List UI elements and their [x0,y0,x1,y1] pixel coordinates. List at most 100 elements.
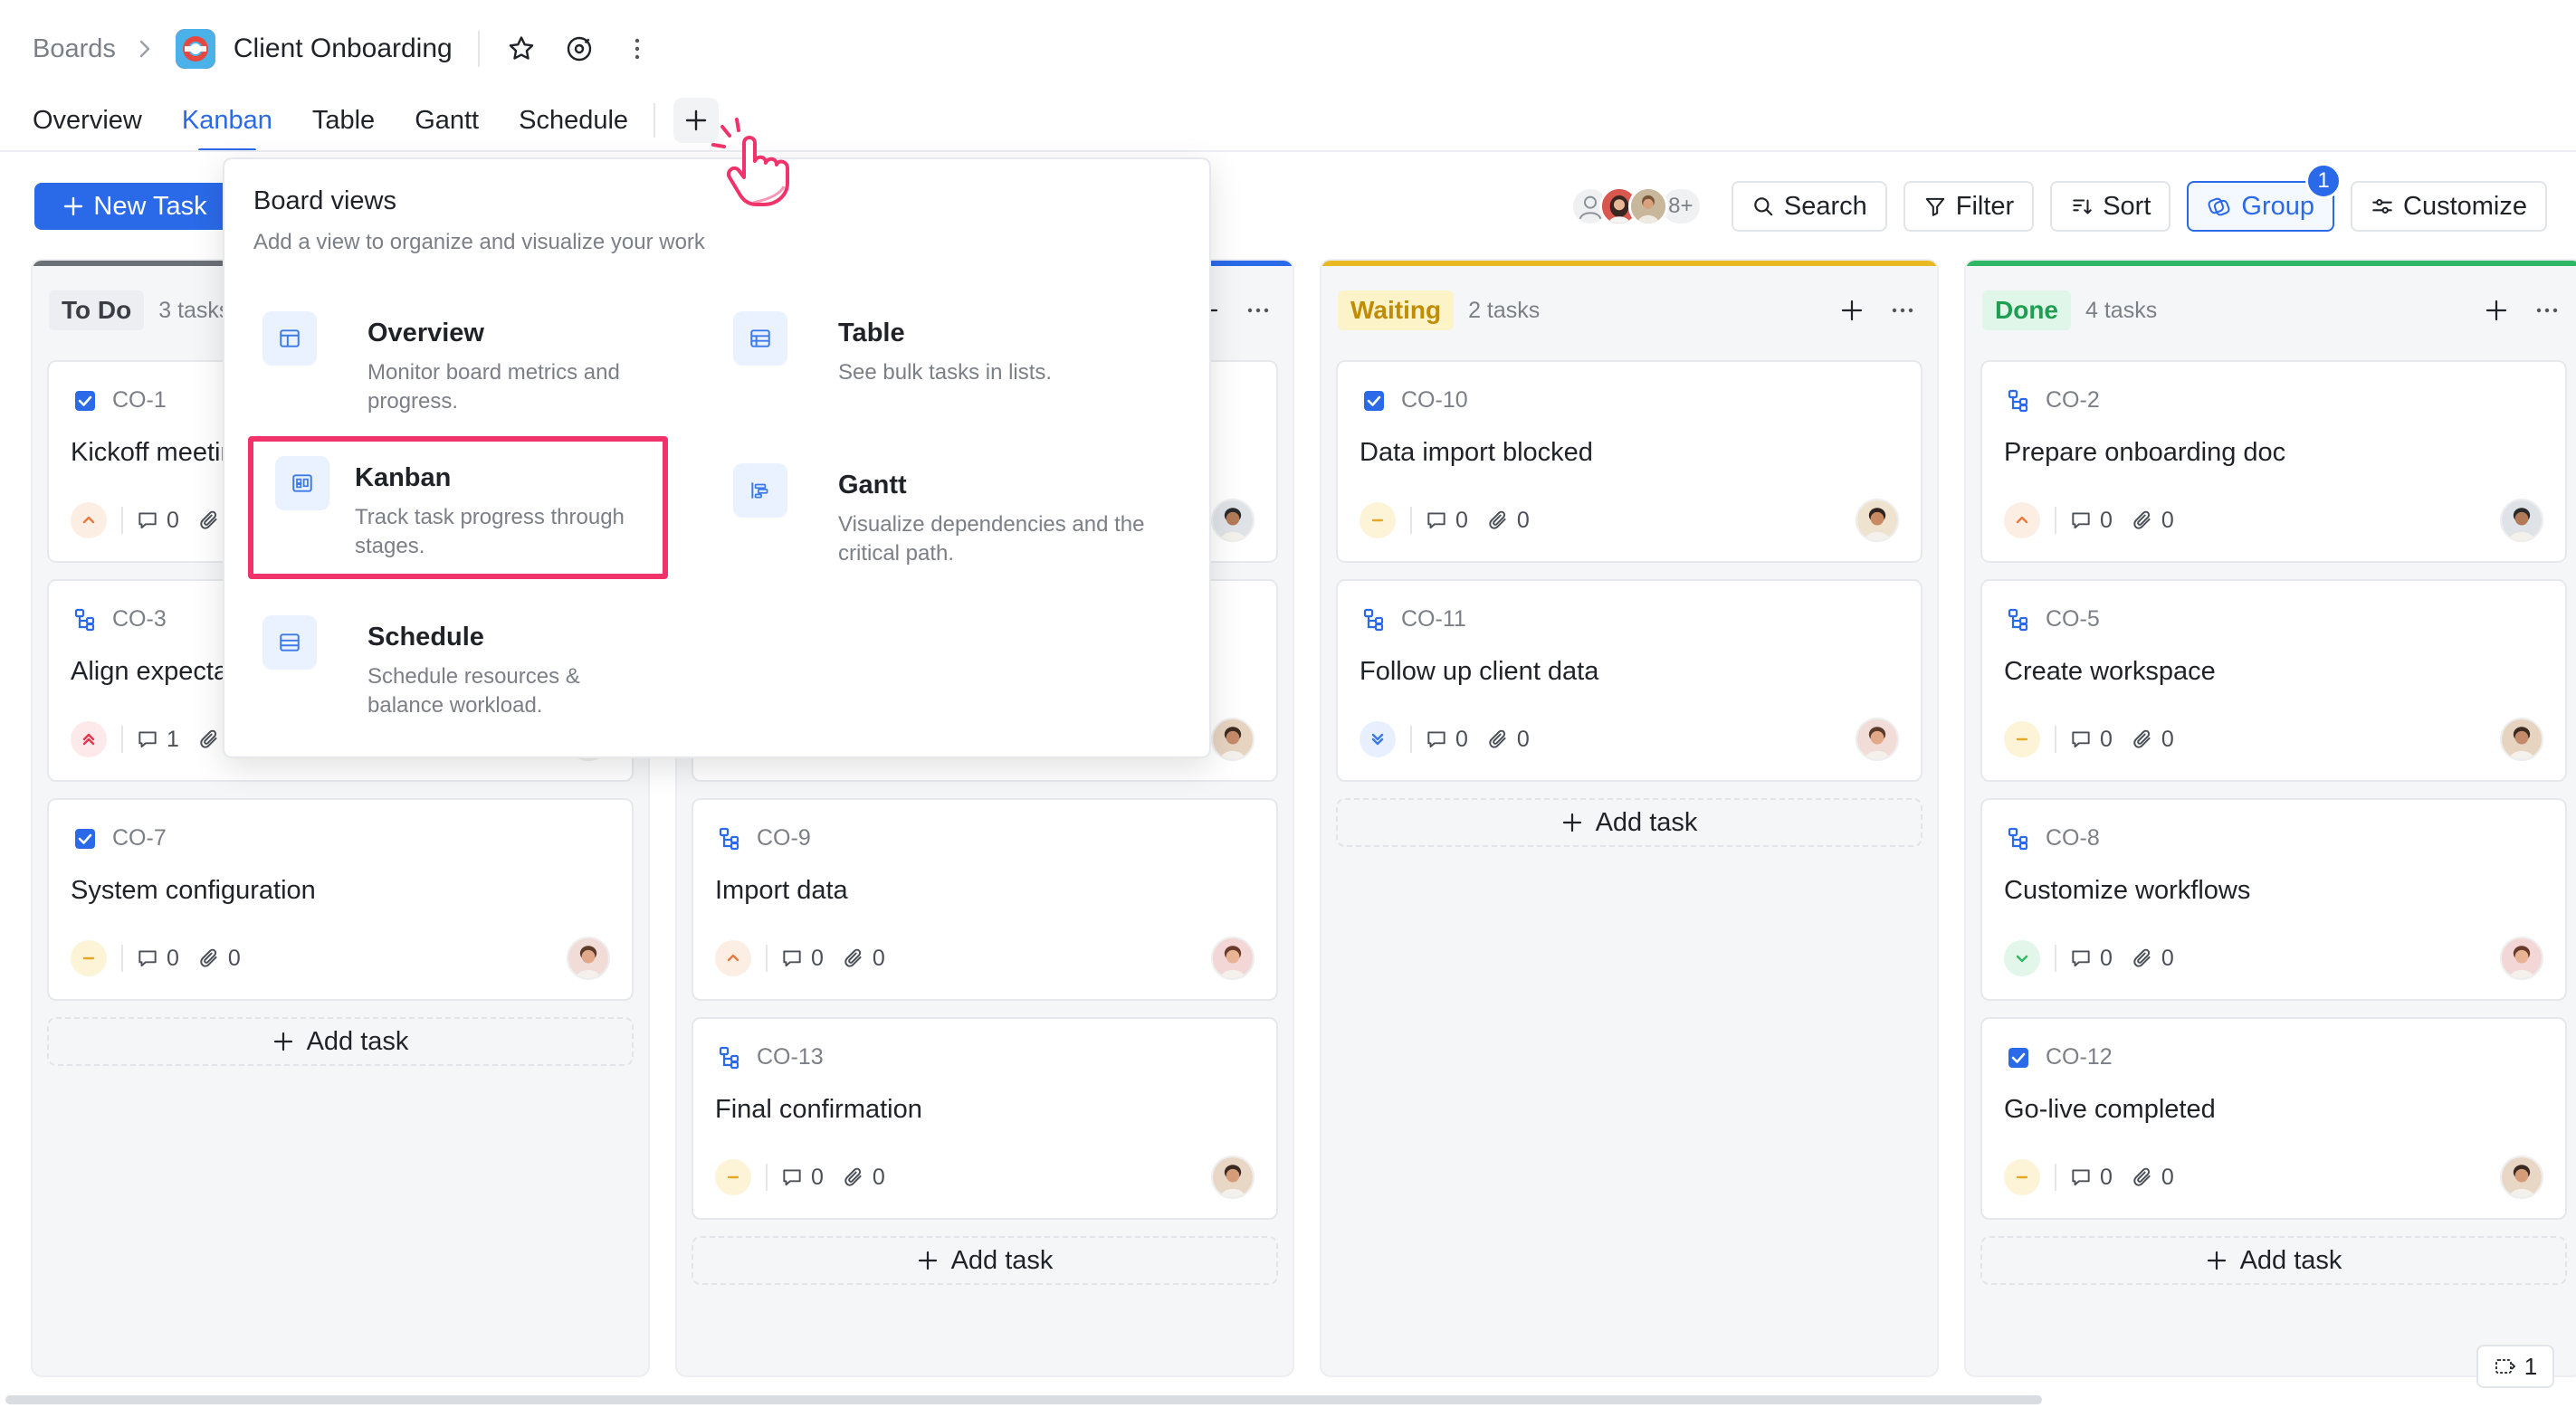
column-accent-bar [1321,261,1937,266]
assignee-avatar[interactable] [567,937,610,980]
assignee-avatar[interactable] [2500,499,2543,542]
task-id: CO-7 [112,825,167,851]
task-card[interactable]: CO-8 Customize workflows 0 0 [1980,798,2567,1001]
menu-subtitle: Add a view to organize and visualize you… [253,230,705,254]
task-id: CO-11 [1401,606,1466,632]
comment-icon [1425,728,1448,751]
priority-icon[interactable] [71,721,107,757]
board-views-menu: Board views Add a view to organize and v… [223,157,1211,758]
assignee-avatar[interactable] [2500,1156,2543,1199]
breadcrumb-boards-link[interactable]: Boards [33,34,116,64]
plus-icon [2206,1250,2228,1271]
comments-value: 0 [167,507,179,533]
group-button[interactable]: Group 1 [2187,163,2342,232]
comments-value: 0 [811,945,824,971]
column-header: Waiting 2 tasks [1338,288,1921,333]
paperclip-icon [842,1165,865,1189]
column-header: Done 4 tasks [1982,288,2565,333]
assignee-avatar[interactable] [1211,499,1255,542]
more-horizontal-icon[interactable] [1884,292,1921,328]
add-task-button[interactable]: Add task [47,1017,634,1066]
filter-button[interactable]: Filter [1903,181,2035,232]
more-vertical-icon[interactable] [619,31,655,67]
task-card[interactable]: CO-2 Prepare onboarding doc 0 0 [1980,360,2567,563]
attachments-value: 0 [1516,507,1530,533]
assignee-avatar[interactable] [1211,1156,1255,1199]
task-card[interactable]: CO-13 Final confirmation 0 0 [692,1017,1278,1220]
attachments-count: 0 [2131,946,2174,972]
assignee-avatar[interactable] [1856,499,1899,542]
task-card[interactable]: CO-11 Follow up client data 0 0 [1336,579,1922,782]
menu-item-table[interactable]: Table See bulk tasks in lists. [710,291,1135,436]
menu-item-schedule[interactable]: Schedule Schedule resources & balance wo… [239,595,664,740]
task-card[interactable]: CO-5 Create workspace 0 0 [1980,579,2567,782]
tab-overview[interactable]: Overview [33,101,142,152]
menu-item-name: Schedule [367,623,484,652]
assignee-avatar[interactable] [1211,937,1255,980]
task-id: CO-3 [112,606,167,632]
search-button[interactable]: Search [1731,181,1887,232]
assignee-avatar[interactable] [1856,718,1899,761]
add-task-button[interactable]: Add task [692,1236,1278,1285]
priority-icon[interactable] [71,940,107,976]
comments-count: 0 [2069,1165,2113,1191]
view-tabs: Overview Kanban Table Gantt Schedule [33,98,720,152]
menu-item-overview[interactable]: Overview Monitor board metrics and progr… [239,291,664,436]
task-title: Data import blocked [1360,438,1593,467]
task-checkbox-icon [1361,388,1387,414]
priority-icon[interactable] [715,940,751,976]
more-horizontal-icon[interactable] [1240,292,1276,328]
column-title: Done [1982,290,2071,330]
panel-count: 1 [2524,1352,2538,1380]
menu-item-gantt[interactable]: Gantt Visualize dependencies and the cri… [710,443,1144,588]
comment-icon [2069,509,2093,532]
menu-title: Board views [253,186,396,215]
task-checkbox-icon [72,388,98,414]
priority-icon[interactable] [1360,721,1396,757]
priority-icon[interactable] [2004,721,2040,757]
add-task-button[interactable]: Add task [1980,1236,2567,1285]
priority-icon[interactable] [1360,502,1396,538]
tab-schedule[interactable]: Schedule [519,101,628,152]
task-title: Go-live completed [2004,1095,2216,1124]
plus-icon[interactable] [2478,292,2514,328]
group-label: Group [2241,191,2314,221]
task-id: CO-9 [757,825,811,851]
column-task-count: 2 tasks [1468,297,1541,323]
plus-icon[interactable] [1834,292,1870,328]
priority-icon[interactable] [2004,940,2040,976]
add-task-button[interactable]: Add task [1336,798,1922,847]
member-avatars[interactable]: 8+ [1569,186,1703,226]
priority-icon[interactable] [2004,1159,2040,1195]
priority-icon[interactable] [715,1159,751,1195]
expand-panel-button[interactable]: 1 [2476,1345,2554,1388]
more-horizontal-icon[interactable] [2529,292,2565,328]
task-card[interactable]: CO-9 Import data 0 0 [692,798,1278,1001]
task-card[interactable]: CO-7 System configuration 0 0 [47,798,634,1001]
tab-kanban[interactable]: Kanban [182,101,272,152]
star-icon[interactable] [503,31,539,67]
tab-gantt[interactable]: Gantt [415,101,479,152]
task-checkbox-icon [2006,1045,2031,1070]
group-icon [2208,197,2230,216]
attachments-value: 0 [1516,726,1530,752]
priority-icon[interactable] [2004,502,2040,538]
task-card[interactable]: CO-12 Go-live completed 0 0 [1980,1017,2567,1220]
task-id: CO-2 [2046,387,2100,413]
menu-item-kanban[interactable]: Kanban Track task progress through stage… [248,436,668,579]
new-task-button[interactable]: New Task [34,183,235,230]
watch-icon[interactable] [561,31,597,67]
overview-view-icon [262,311,317,366]
customize-button[interactable]: Customize [2351,181,2547,232]
assignee-avatar[interactable] [2500,718,2543,761]
task-footer: 00 [715,936,1255,981]
attachments-value: 0 [227,945,241,971]
assignee-avatar[interactable] [1211,718,1255,761]
assignee-avatar[interactable] [2500,937,2543,980]
priority-icon[interactable] [71,502,107,538]
tab-table[interactable]: Table [312,101,375,152]
task-card[interactable]: CO-10 Data import blocked 0 0 [1336,360,1922,563]
column-title: Waiting [1338,290,1455,330]
horizontal-scrollbar[interactable] [5,1395,2042,1404]
sort-button[interactable]: Sort [2050,181,2171,232]
